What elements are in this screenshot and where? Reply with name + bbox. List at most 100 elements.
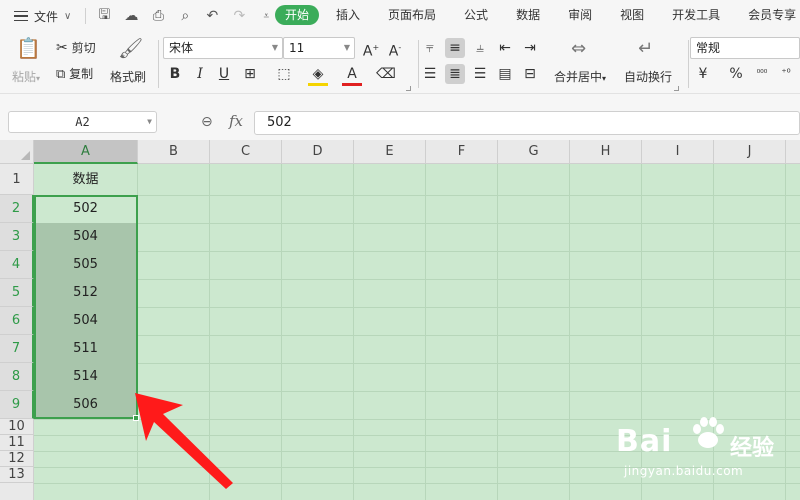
cell-a2[interactable]: 502: [34, 195, 137, 223]
tab-page-layout[interactable]: 页面布局: [377, 5, 447, 25]
print-icon[interactable]: ⎙: [150, 8, 166, 24]
row-header-3[interactable]: 3: [0, 223, 34, 251]
wrap-text-button[interactable]: 自动换行: [624, 68, 672, 85]
row-header-11[interactable]: 11: [0, 435, 34, 451]
fx-icon[interactable]: fx: [229, 112, 243, 130]
tab-developer[interactable]: 开发工具: [661, 5, 731, 25]
copy-icon: ⧉: [56, 67, 66, 82]
zoom-icon[interactable]: ⊖: [201, 114, 213, 130]
row-header-2[interactable]: 2: [0, 195, 34, 223]
row-header-10[interactable]: 10: [0, 419, 34, 435]
wrap-text-icon[interactable]: ↵: [638, 38, 653, 59]
tab-member[interactable]: 会员专享: [737, 5, 800, 25]
formula-input[interactable]: 502: [254, 111, 800, 135]
print-preview-icon[interactable]: ⌕: [177, 8, 193, 24]
paste-button[interactable]: 粘贴▾: [12, 68, 40, 85]
save-icon[interactable]: 🖫: [96, 4, 112, 28]
tab-insert[interactable]: 插入: [325, 5, 371, 25]
row-header-5[interactable]: 5: [0, 279, 34, 307]
align-left-icon[interactable]: ☰: [420, 64, 440, 84]
column-header-k[interactable]: [786, 140, 800, 164]
cell-a8[interactable]: 514: [34, 363, 137, 391]
column-header-j[interactable]: J: [714, 140, 786, 164]
border-icon[interactable]: ⊞: [240, 64, 260, 84]
align-center-icon[interactable]: ≣: [445, 64, 465, 84]
align-right-icon[interactable]: ☰: [470, 64, 490, 84]
row-header-13[interactable]: 13: [0, 467, 34, 483]
cell-a7[interactable]: 511: [34, 335, 137, 363]
fill-color-icon[interactable]: ◈: [308, 64, 328, 86]
align-bottom-icon[interactable]: ⫨: [470, 38, 490, 58]
row-header-14[interactable]: [0, 483, 34, 500]
increase-decimal-icon[interactable]: ⁺⁰: [776, 64, 796, 84]
tab-view[interactable]: 视图: [609, 5, 655, 25]
format-painter-icon[interactable]: 🖌: [118, 36, 143, 60]
customize-toolbar-icon[interactable]: ⩡: [258, 11, 274, 22]
watermark-cn-text: 经验: [730, 436, 775, 461]
cell-a4[interactable]: 505: [34, 251, 137, 279]
column-header-f[interactable]: F: [426, 140, 498, 164]
column-header-g[interactable]: G: [498, 140, 570, 164]
align-top-icon[interactable]: ⫧: [420, 38, 440, 58]
row-header-1[interactable]: 1: [0, 164, 34, 195]
redo-icon[interactable]: ↷: [231, 8, 247, 24]
copy-button[interactable]: ⧉ 复制: [56, 65, 93, 82]
row-header-4[interactable]: 4: [0, 251, 34, 279]
undo-icon[interactable]: ↶: [204, 8, 220, 24]
column-header-e[interactable]: E: [354, 140, 426, 164]
select-all-corner[interactable]: [0, 140, 34, 164]
paste-icon[interactable]: 📋: [16, 36, 41, 60]
cell-a1[interactable]: 数据: [34, 164, 137, 195]
distribute-icon[interactable]: ⊟: [520, 64, 540, 84]
align-middle-icon[interactable]: ≡: [445, 38, 465, 58]
column-header-b[interactable]: B: [138, 140, 210, 164]
column-header-c[interactable]: C: [210, 140, 282, 164]
spreadsheet-grid[interactable]: A B C D E F G H I J 1 2 3 4 5 6 7 8 9 10…: [0, 140, 800, 500]
cell-a9[interactable]: 506: [34, 391, 137, 419]
increase-font-icon[interactable]: A+: [361, 38, 381, 60]
fill-handle[interactable]: [133, 415, 139, 421]
tab-home[interactable]: 开始: [275, 5, 320, 25]
fill-pattern-icon[interactable]: ⬚: [274, 64, 294, 84]
font-size-select[interactable]: 11 ▼: [283, 37, 355, 59]
row-header-7[interactable]: 7: [0, 335, 34, 363]
font-color-icon[interactable]: A: [342, 64, 362, 86]
number-format-select[interactable]: 常规: [690, 37, 800, 59]
column-header-d[interactable]: D: [282, 140, 354, 164]
font-name-select[interactable]: 宋体 ▼: [163, 37, 283, 59]
currency-button[interactable]: ¥: [693, 64, 713, 84]
cell-a5[interactable]: 512: [34, 279, 137, 307]
name-box[interactable]: A2 ▼: [8, 111, 157, 133]
cut-button[interactable]: ✂ 剪切: [56, 39, 96, 56]
file-menu-button[interactable]: 文件 ∨: [14, 8, 71, 25]
row-header-9[interactable]: 9: [0, 391, 34, 419]
hamburger-icon: [14, 11, 28, 21]
merge-center-button[interactable]: 合并居中▾: [554, 68, 606, 85]
cell-a3[interactable]: 504: [34, 223, 137, 251]
cut-label: 剪切: [71, 41, 96, 55]
increase-indent-icon[interactable]: ⇥: [520, 38, 540, 58]
column-header-h[interactable]: H: [570, 140, 642, 164]
cloud-icon[interactable]: ☁: [123, 8, 139, 24]
thousands-separator-icon[interactable]: ⁰⁰⁰: [752, 64, 772, 84]
row-header-12[interactable]: 12: [0, 451, 34, 467]
format-painter-button[interactable]: 格式刷: [110, 68, 146, 85]
percent-button[interactable]: %: [726, 64, 746, 84]
underline-icon[interactable]: U: [214, 64, 234, 84]
cell-a6[interactable]: 504: [34, 307, 137, 335]
eraser-icon[interactable]: ⌫: [376, 64, 396, 84]
currency-label: ¥: [698, 66, 708, 82]
merge-center-icon[interactable]: ⇔: [571, 38, 586, 59]
italic-icon[interactable]: I: [190, 64, 210, 84]
column-header-i[interactable]: I: [642, 140, 714, 164]
tab-review[interactable]: 审阅: [557, 5, 603, 25]
decrease-font-icon[interactable]: A-: [385, 38, 405, 60]
row-header-8[interactable]: 8: [0, 363, 34, 391]
justify-icon[interactable]: ▤: [495, 64, 515, 84]
column-header-a[interactable]: A: [34, 140, 138, 164]
tab-formulas[interactable]: 公式: [453, 5, 499, 25]
row-header-6[interactable]: 6: [0, 307, 34, 335]
tab-data[interactable]: 数据: [505, 5, 551, 25]
decrease-indent-icon[interactable]: ⇤: [495, 38, 515, 58]
bold-icon[interactable]: B: [165, 64, 185, 84]
